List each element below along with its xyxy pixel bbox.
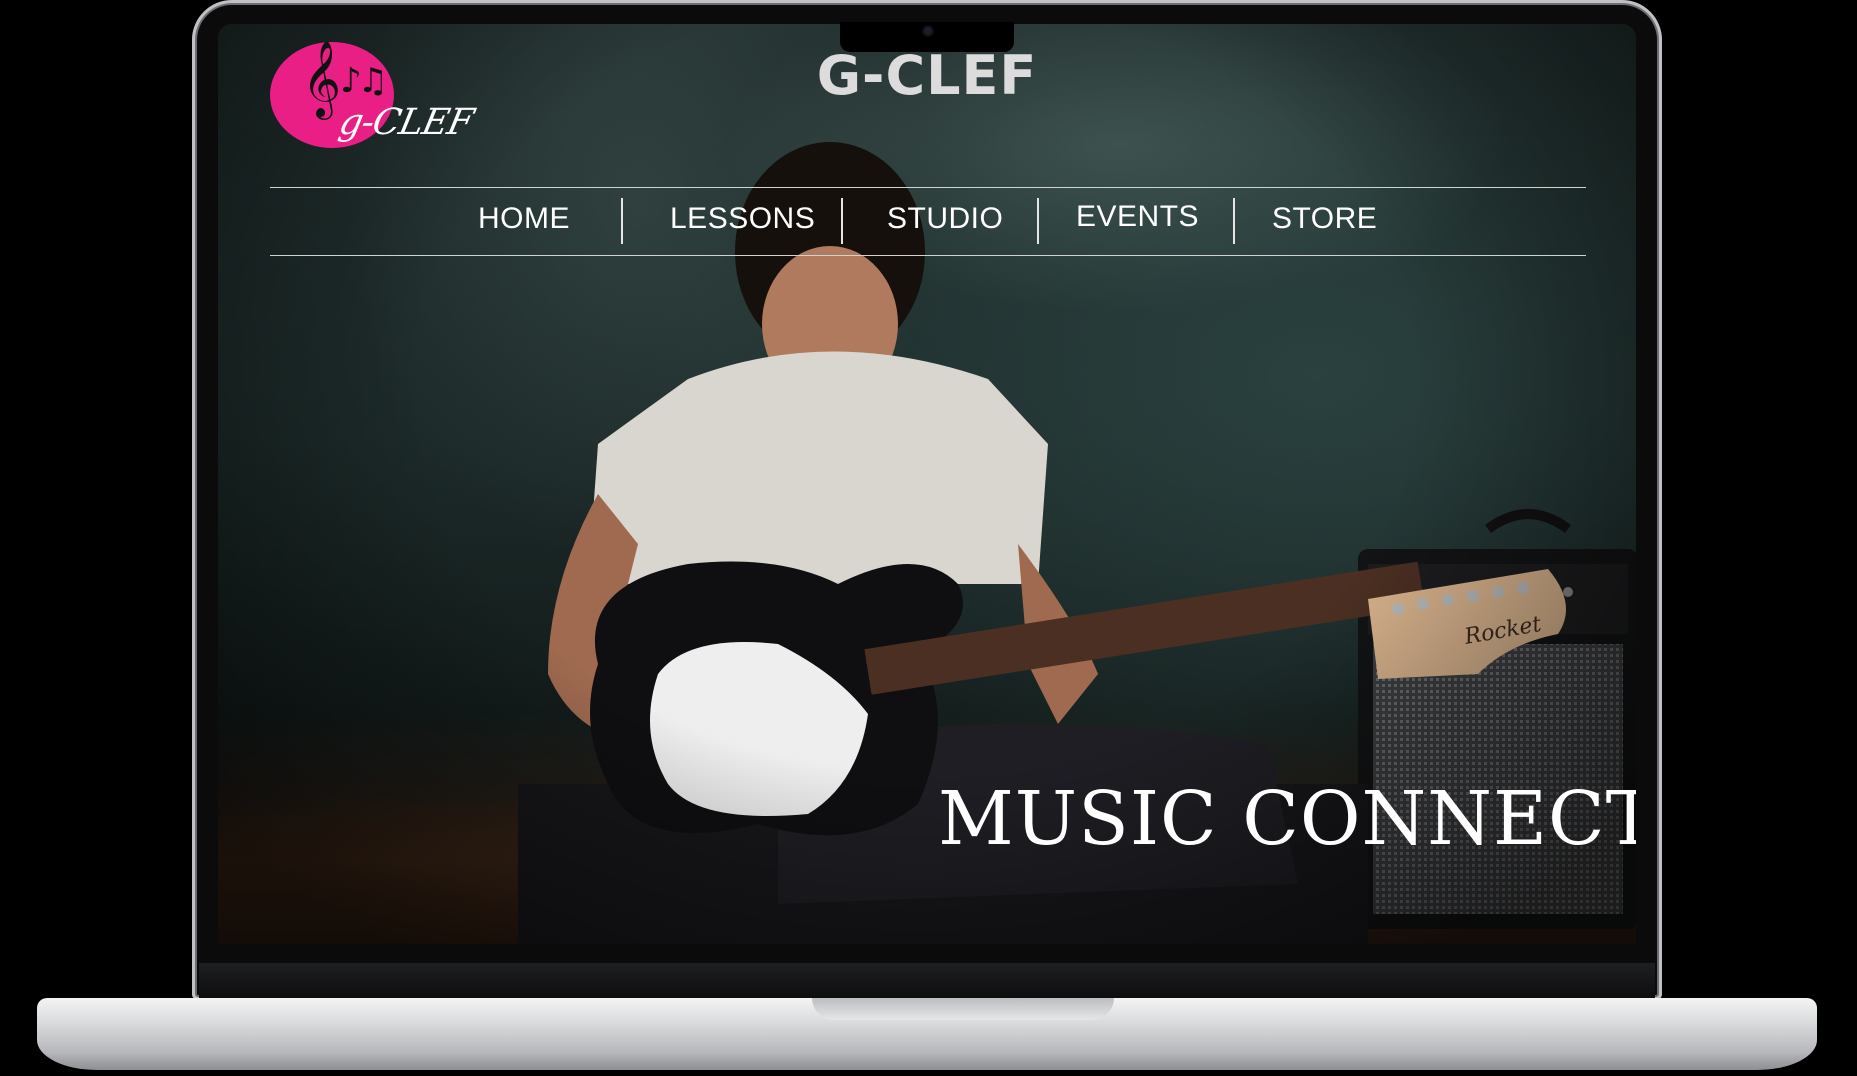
laptop-notch bbox=[840, 22, 1014, 52]
nav-divider bbox=[841, 198, 843, 244]
nav-events[interactable]: EVENTS bbox=[1076, 200, 1199, 234]
laptop-opening-lip bbox=[812, 998, 1114, 1020]
main-nav: HOME LESSONS STUDIO EVENTS STORE bbox=[270, 187, 1586, 256]
camera-icon bbox=[924, 27, 932, 35]
nav-lessons[interactable]: LESSONS bbox=[670, 202, 815, 236]
nav-store[interactable]: STORE bbox=[1272, 202, 1377, 236]
nav-studio[interactable]: STUDIO bbox=[887, 202, 1003, 236]
laptop-base bbox=[37, 998, 1817, 1070]
logo-text: g-CLEF bbox=[335, 102, 477, 143]
website-screen: Rocket 𝄞 ♪♫ g-CLEF G-CLEF HOME LESSONS S… bbox=[218, 24, 1636, 944]
nav-divider bbox=[1037, 198, 1039, 244]
hero-tagline: MUSIC CONNECTS bbox=[938, 776, 1636, 862]
nav-divider bbox=[621, 198, 623, 244]
nav-home[interactable]: HOME bbox=[478, 202, 570, 236]
nav-divider bbox=[1233, 198, 1235, 244]
site-title: G-CLEF bbox=[816, 44, 1038, 107]
screen-bottom-bezel bbox=[199, 963, 1655, 999]
